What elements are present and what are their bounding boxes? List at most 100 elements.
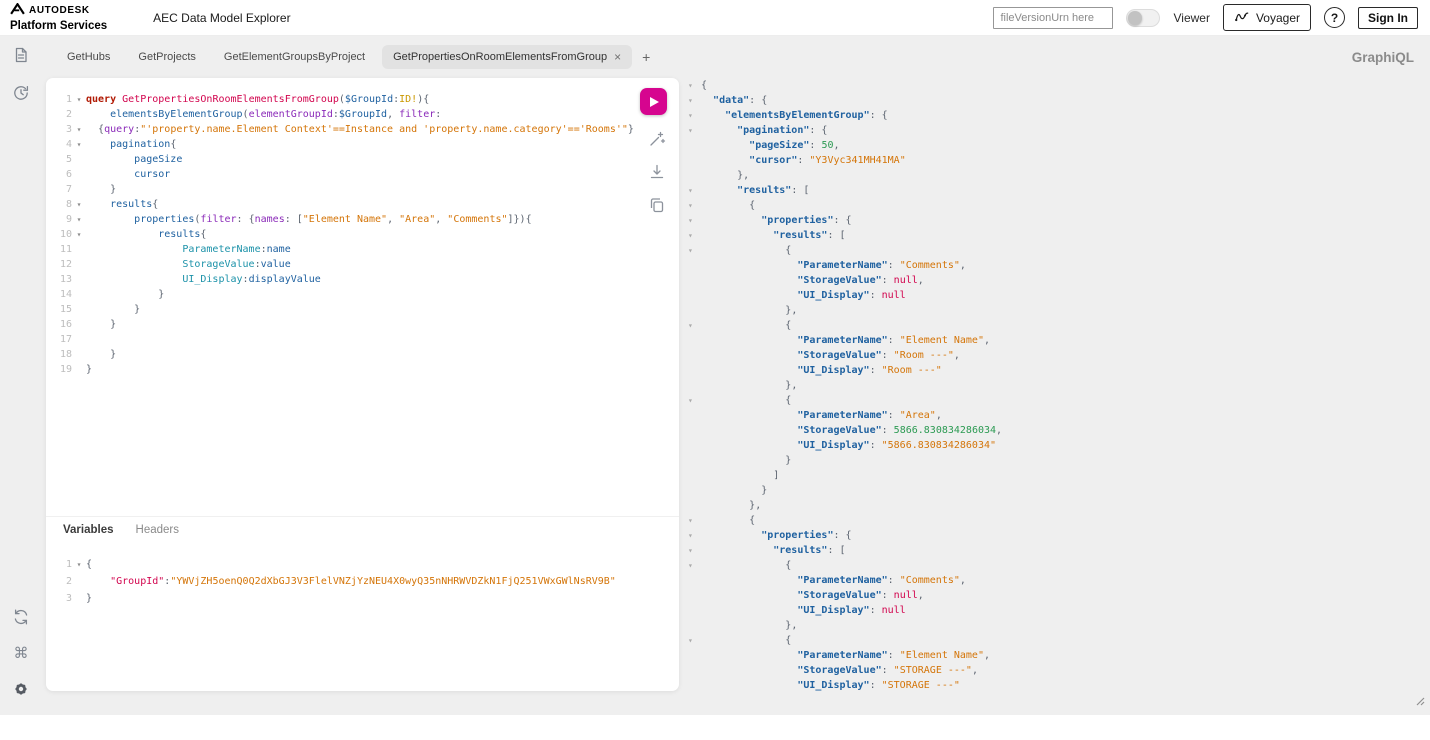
fold-toggle-icon[interactable]: ▾ xyxy=(72,122,86,137)
fold-toggle-icon[interactable]: ▾ xyxy=(688,393,701,408)
prettify-icon[interactable] xyxy=(648,130,666,148)
help-button[interactable]: ? xyxy=(1324,7,1345,28)
fold-toggle-icon[interactable]: ▾ xyxy=(688,183,701,198)
response-panel[interactable]: ▾{▾ "data": {▾ "elementsByElementGroup":… xyxy=(688,78,1414,696)
fold-gutter xyxy=(72,590,86,607)
help-icon: ? xyxy=(1330,10,1339,25)
code-text: { xyxy=(785,245,792,256)
fold-gutter xyxy=(688,678,701,693)
code-line: 18 } xyxy=(46,347,633,362)
fold-toggle-icon[interactable]: ▾ xyxy=(688,228,701,243)
keyboard-shortcuts-icon[interactable]: ⌘ xyxy=(12,644,30,662)
variables-editor[interactable]: 1 ▾{2 "GroupId":"YWVjZH5oenQ0Q2dXbGJ3V3Fl… xyxy=(46,556,659,607)
query-editor[interactable]: 1 ▾ query GetPropertiesOnRoomElementsFromG… xyxy=(46,92,634,377)
top-header: AUTODESK Platform Services AEC Data Mode… xyxy=(0,0,1430,36)
code-text: { xyxy=(749,515,756,526)
code-line: "pageSize": 50, xyxy=(688,138,1414,153)
line-number: 1 xyxy=(65,94,72,105)
code-line: ▾ "pagination": { xyxy=(688,123,1414,138)
code-line: ▾{ xyxy=(688,78,1414,93)
code-line: "StorageValue": null, xyxy=(688,588,1414,603)
code-line: "ParameterName": "Area", xyxy=(688,408,1414,423)
history-icon[interactable] xyxy=(12,84,30,102)
copy-icon[interactable] xyxy=(648,196,666,214)
merge-icon[interactable] xyxy=(648,163,666,181)
fold-toggle-icon[interactable]: ▾ xyxy=(72,197,86,212)
fold-toggle-icon[interactable]: ▾ xyxy=(72,556,86,573)
code-line: 1 ▾ query GetPropertiesOnRoomElementsFromG… xyxy=(46,92,633,107)
file-version-urn-input[interactable] xyxy=(993,6,1114,29)
code-line: "ParameterName": "Element Name", xyxy=(688,648,1414,663)
sign-in-button[interactable]: Sign In xyxy=(1358,6,1418,29)
line-number: 13 xyxy=(59,274,72,285)
add-tab-button[interactable]: + xyxy=(642,49,650,65)
code-line: 4 ▾ pagination{ xyxy=(46,137,633,152)
tab-close-icon[interactable]: × xyxy=(614,51,621,63)
docs-icon[interactable] xyxy=(12,46,30,64)
code-text: { xyxy=(785,320,792,331)
graphiql-logo: GraphiQL xyxy=(1351,50,1414,65)
code-text: "GroupId":"YWVjZH5oenQ0Q2dXbGJ3V3FlelVNZ… xyxy=(110,576,616,587)
fold-toggle-icon[interactable]: ▾ xyxy=(72,92,86,107)
code-text: } xyxy=(158,289,165,300)
code-text: } xyxy=(110,184,117,195)
fold-gutter xyxy=(72,347,86,362)
code-text: "UI_Display": "5866.830834286034" xyxy=(797,440,997,451)
code-line: 10 ▾ results{ xyxy=(46,227,633,242)
code-text: "UI_Display": null xyxy=(797,290,906,301)
settings-gear-icon[interactable] xyxy=(12,680,30,698)
fold-gutter xyxy=(688,453,701,468)
tab-GetPropertiesOnRoomElementsFromGroup[interactable]: GetPropertiesOnRoomElementsFromGroup × xyxy=(382,45,633,69)
code-line: 7 } xyxy=(46,182,633,197)
fold-toggle-icon[interactable]: ▾ xyxy=(688,318,701,333)
execute-button[interactable] xyxy=(640,88,667,115)
resize-handle-icon[interactable] xyxy=(1414,693,1425,711)
code-text: properties(filter: {names: ["Element Nam… xyxy=(134,214,532,225)
fold-toggle-icon[interactable]: ▾ xyxy=(688,513,701,528)
fold-gutter xyxy=(688,303,701,318)
fold-gutter xyxy=(688,273,701,288)
viewer-toggle[interactable] xyxy=(1126,8,1161,27)
fold-gutter xyxy=(72,287,86,302)
tab-label: GetProjects xyxy=(138,51,196,63)
fold-toggle-icon[interactable]: ▾ xyxy=(688,633,701,648)
fold-toggle-icon[interactable]: ▾ xyxy=(688,213,701,228)
fold-toggle-icon[interactable]: ▾ xyxy=(688,93,701,108)
code-line: }, xyxy=(688,618,1414,633)
fold-toggle-icon[interactable]: ▾ xyxy=(688,558,701,573)
fold-toggle-icon[interactable]: ▾ xyxy=(688,198,701,213)
refetch-schema-icon[interactable] xyxy=(12,608,30,626)
code-line: ▾ "properties": { xyxy=(688,528,1414,543)
voyager-button[interactable]: Voyager xyxy=(1222,4,1311,31)
code-text: "StorageValue": "STORAGE ---", xyxy=(797,665,978,676)
code-text: { xyxy=(785,395,792,406)
fold-gutter xyxy=(688,573,701,588)
code-text: "StorageValue": "Room ---", xyxy=(797,350,960,361)
fold-toggle-icon[interactable]: ▾ xyxy=(688,78,701,93)
tab-GetHubs[interactable]: GetHubs xyxy=(56,45,121,69)
fold-gutter xyxy=(688,288,701,303)
line-number: 14 xyxy=(59,289,72,300)
code-line: ▾ { xyxy=(688,318,1414,333)
fold-toggle-icon[interactable]: ▾ xyxy=(72,212,86,227)
fold-toggle-icon[interactable]: ▾ xyxy=(688,528,701,543)
fold-gutter xyxy=(688,348,701,363)
secondary-tab-headers[interactable]: Headers xyxy=(136,524,179,536)
fold-toggle-icon[interactable]: ▾ xyxy=(688,543,701,558)
tab-GetProjects[interactable]: GetProjects xyxy=(127,45,206,69)
fold-toggle-icon[interactable]: ▾ xyxy=(688,108,701,123)
code-line: }, xyxy=(688,168,1414,183)
code-line: 8 ▾ results{ xyxy=(46,197,633,212)
tab-GetElementGroupsByProject[interactable]: GetElementGroupsByProject xyxy=(213,45,376,69)
fold-toggle-icon[interactable]: ▾ xyxy=(72,227,86,242)
fold-toggle-icon[interactable]: ▾ xyxy=(688,123,701,138)
fold-toggle-icon[interactable]: ▾ xyxy=(72,137,86,152)
code-line: 14 } xyxy=(46,287,633,302)
code-text: "UI_Display": null xyxy=(797,605,906,616)
code-text: "UI_Display": "Room ---" xyxy=(797,365,942,376)
code-line: 19} xyxy=(46,362,633,377)
fold-toggle-icon[interactable]: ▾ xyxy=(688,243,701,258)
fold-gutter xyxy=(688,603,701,618)
code-line: "StorageValue": "STORAGE ---", xyxy=(688,663,1414,678)
secondary-tab-variables[interactable]: Variables xyxy=(63,524,114,536)
